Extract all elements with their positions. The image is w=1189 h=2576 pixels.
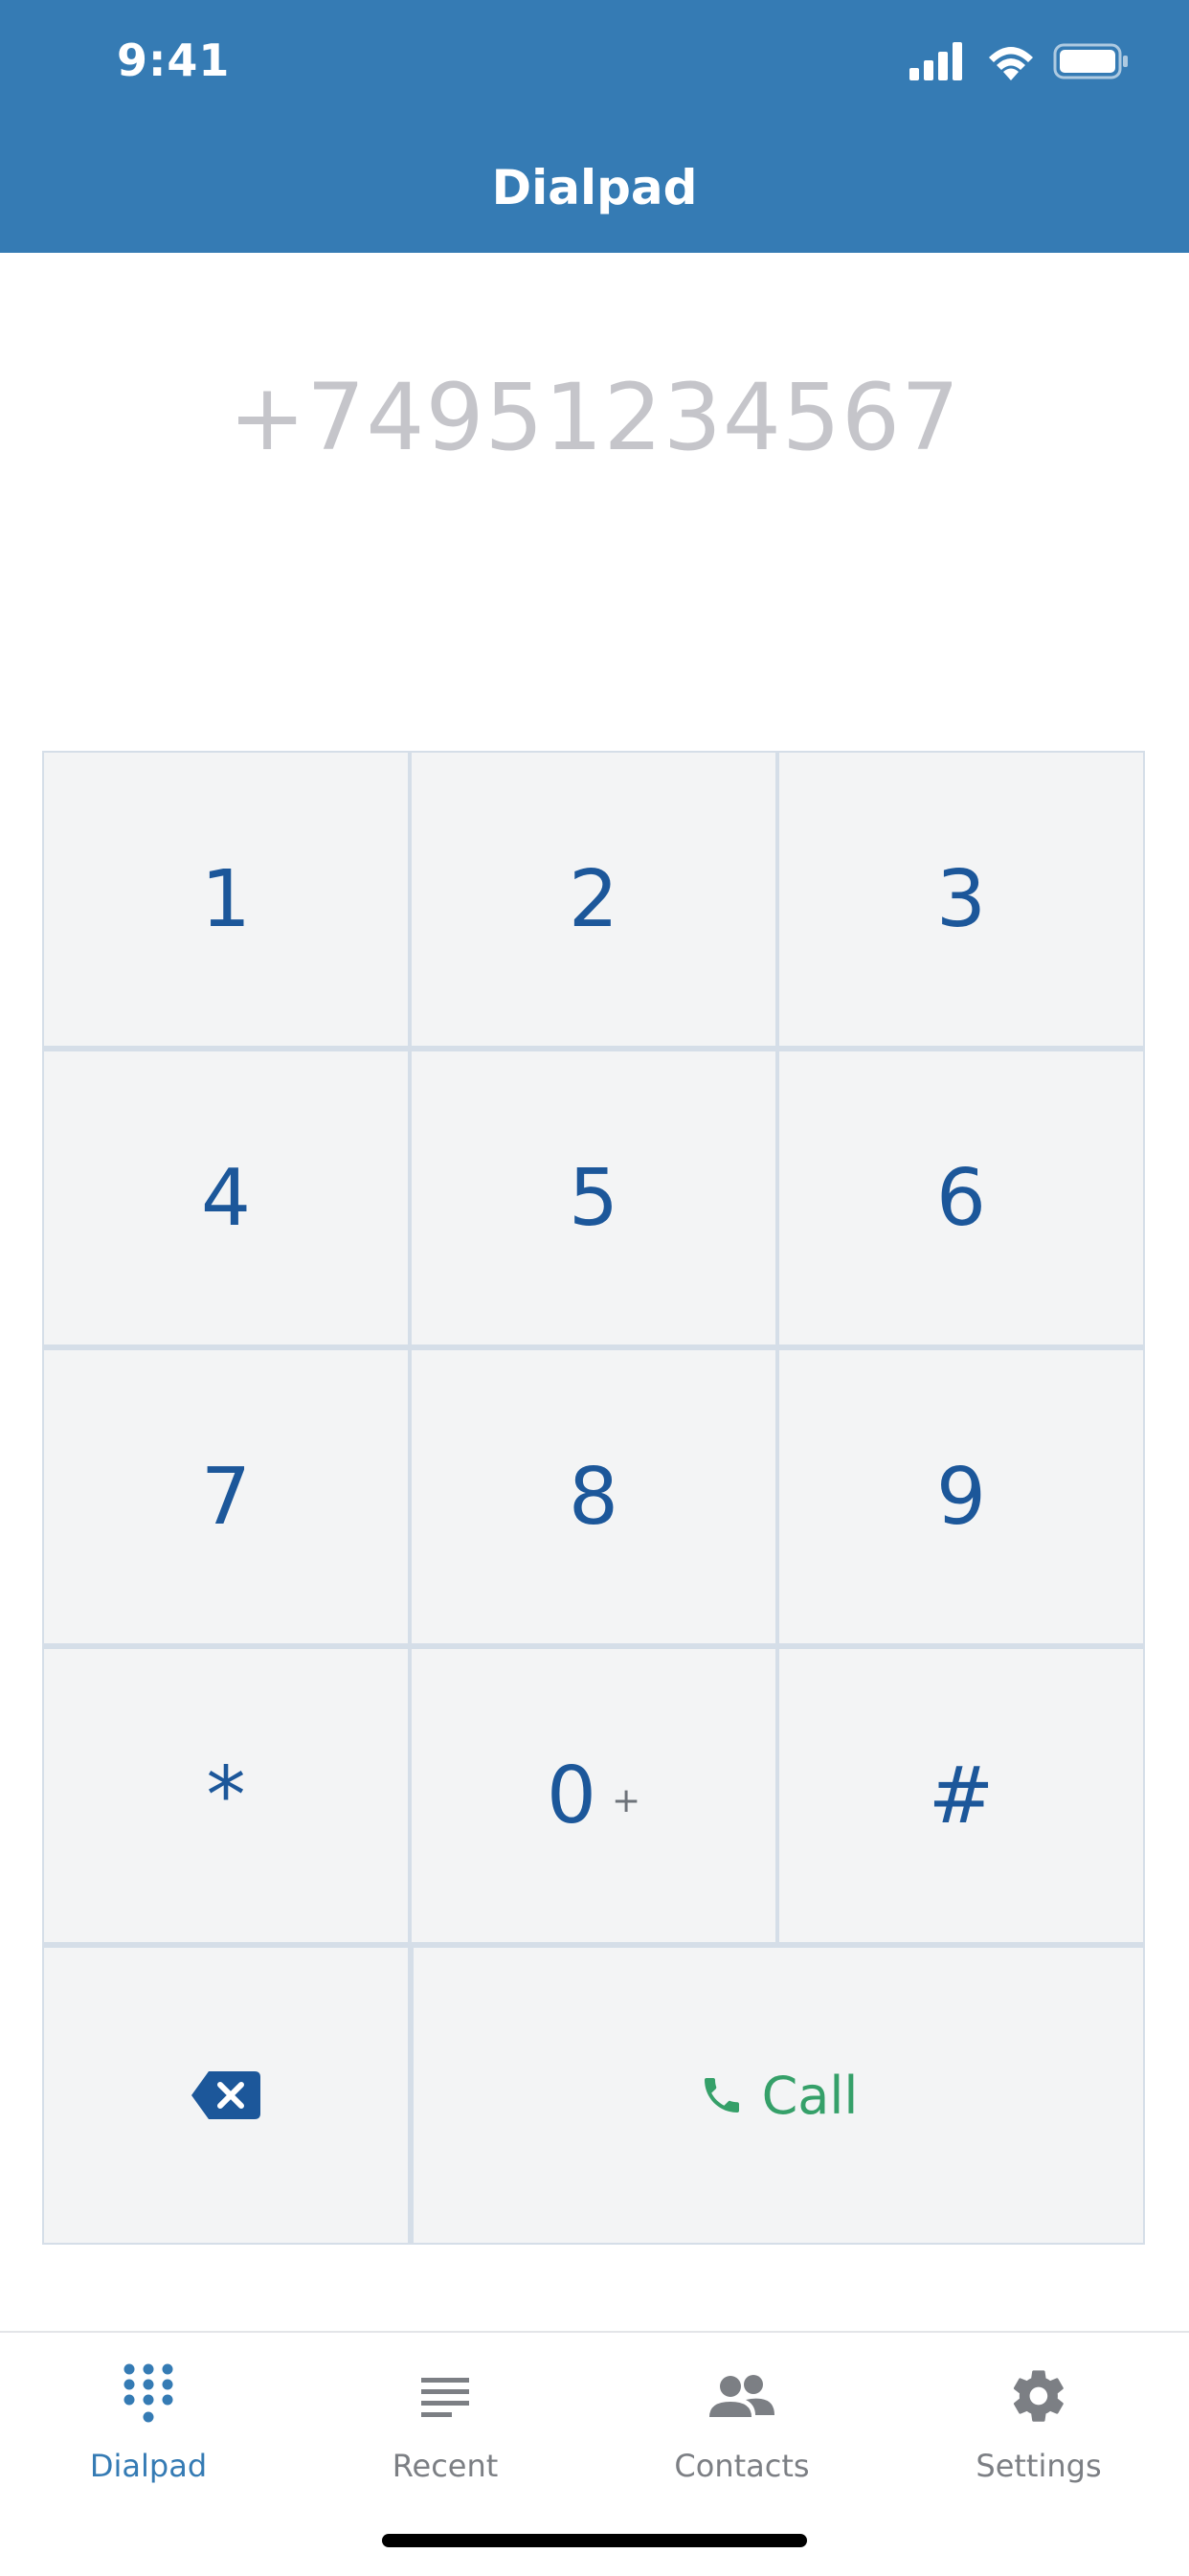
key-label: 2: [568, 853, 619, 945]
status-time: 9:41: [117, 34, 231, 86]
key-label: 1: [200, 853, 252, 945]
people-icon: [694, 2348, 790, 2444]
tab-label: Contacts: [674, 2448, 810, 2484]
tab-settings[interactable]: Settings: [890, 2333, 1187, 2524]
key-label: 0: [546, 1750, 596, 1842]
key-label: 3: [935, 853, 987, 945]
key-3[interactable]: 3: [779, 753, 1143, 1046]
tab-recent[interactable]: Recent: [297, 2333, 594, 2524]
key-label: 5: [568, 1152, 619, 1244]
key-label: #: [928, 1750, 995, 1842]
key-label: *: [206, 1750, 246, 1842]
phone-icon: [704, 2078, 739, 2113]
home-indicator[interactable]: [382, 2534, 807, 2547]
call-label: Call: [761, 2065, 859, 2126]
phone-number-display[interactable]: +74951234567: [0, 360, 1189, 475]
key-2[interactable]: 2: [412, 753, 775, 1046]
key-label: 8: [568, 1451, 619, 1543]
key-1[interactable]: 1: [44, 753, 408, 1046]
page-title: Dialpad: [491, 160, 698, 215]
key-hash[interactable]: #: [779, 1649, 1143, 1942]
dialpad-icon: [101, 2348, 196, 2444]
app-header: 9:41 Dialpad: [0, 0, 1189, 253]
battery-icon: [1053, 43, 1128, 79]
tab-label: Recent: [392, 2448, 499, 2484]
key-9[interactable]: 9: [779, 1350, 1143, 1643]
list-icon: [397, 2348, 493, 2444]
key-sublabel: +: [612, 1780, 641, 1820]
key-label: 7: [200, 1451, 252, 1543]
key-label: 9: [935, 1451, 987, 1543]
call-button[interactable]: Call: [414, 1948, 1143, 2243]
key-label: 6: [935, 1152, 987, 1244]
key-star[interactable]: *: [44, 1649, 408, 1942]
tab-label: Dialpad: [89, 2448, 208, 2484]
key-0[interactable]: 0 +: [412, 1649, 775, 1942]
signal-icon: [909, 42, 962, 80]
wifi-icon: [989, 47, 1033, 80]
key-8[interactable]: 8: [412, 1350, 775, 1643]
status-icons: [909, 42, 1130, 86]
key-4[interactable]: 4: [44, 1051, 408, 1344]
key-label: 4: [200, 1152, 252, 1244]
tab-label: Settings: [976, 2448, 1102, 2484]
key-7[interactable]: 7: [44, 1350, 408, 1643]
backspace-button[interactable]: [44, 1948, 408, 2243]
key-6[interactable]: 6: [779, 1051, 1143, 1344]
tab-contacts[interactable]: Contacts: [594, 2333, 890, 2524]
tab-dialpad[interactable]: Dialpad: [0, 2333, 297, 2524]
keypad: 1 2 3 4 5 6 7 8 9 * 0 + # Call: [42, 751, 1145, 2245]
backspace-icon: [191, 2071, 260, 2119]
key-5[interactable]: 5: [412, 1051, 775, 1344]
gear-icon: [991, 2348, 1087, 2444]
